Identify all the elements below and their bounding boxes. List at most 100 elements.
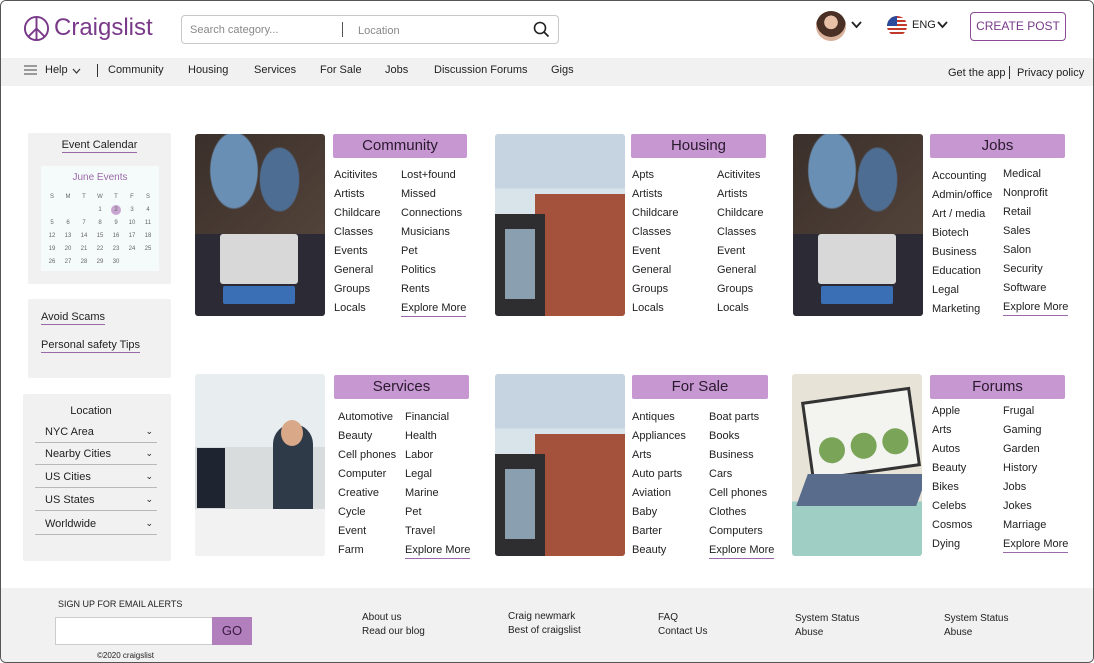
category-link[interactable]: Artists: [632, 187, 678, 206]
category-link[interactable]: Classes: [632, 225, 678, 244]
location-worldwide[interactable]: Worldwide ⌄: [35, 515, 157, 535]
location-us-cities[interactable]: US Cities ⌄: [35, 468, 157, 488]
footer-status-link[interactable]: System Status: [795, 613, 859, 624]
community-title[interactable]: Community: [333, 134, 467, 158]
category-link[interactable]: Groups: [334, 282, 380, 301]
category-link[interactable]: Cell phones: [338, 448, 396, 467]
email-field[interactable]: [55, 617, 213, 645]
create-post-button[interactable]: CREATE POST: [970, 12, 1066, 41]
nav-housing[interactable]: Housing: [188, 64, 228, 76]
calendar-day[interactable]: 12: [44, 231, 60, 241]
calendar-day[interactable]: 29: [92, 257, 108, 267]
category-link[interactable]: Accounting: [932, 169, 992, 188]
category-link[interactable]: Cycle: [338, 505, 396, 524]
category-link[interactable]: Barter: [632, 524, 686, 543]
calendar-day[interactable]: 15: [92, 231, 108, 241]
category-link[interactable]: Acitivites: [717, 168, 763, 187]
chevron-down-icon[interactable]: [851, 21, 862, 29]
chevron-down-icon[interactable]: [72, 68, 81, 74]
nav-community[interactable]: Community: [108, 64, 164, 76]
category-link[interactable]: Legal: [932, 283, 992, 302]
calendar-day[interactable]: 18: [140, 231, 156, 241]
footer-craig-link[interactable]: Craig newmark: [508, 611, 575, 622]
calendar-day[interactable]: 28: [76, 257, 92, 267]
footer-contact-link[interactable]: Contact Us: [658, 626, 707, 637]
category-link[interactable]: Jobs: [1003, 480, 1068, 499]
avatar[interactable]: [816, 11, 846, 41]
explore-more-link[interactable]: Explore More: [1003, 537, 1069, 553]
forsale-title[interactable]: For Sale: [632, 375, 768, 399]
search-input[interactable]: Search category...: [190, 24, 278, 36]
calendar-day[interactable]: 24: [124, 244, 140, 254]
category-link[interactable]: Auto parts: [632, 467, 686, 486]
category-link[interactable]: Bikes: [932, 480, 972, 499]
category-link[interactable]: Art / media: [932, 207, 992, 226]
category-link[interactable]: Lost+found: [401, 168, 466, 187]
category-link[interactable]: Apts: [632, 168, 678, 187]
category-link[interactable]: Acitivites: [334, 168, 380, 187]
footer-status-link[interactable]: System Status: [944, 613, 1008, 624]
category-link[interactable]: Groups: [632, 282, 678, 301]
category-link[interactable]: Locals: [632, 301, 678, 320]
calendar-day[interactable]: 8: [92, 218, 108, 228]
category-link[interactable]: Security: [1003, 262, 1068, 281]
category-link[interactable]: Farm: [338, 543, 396, 562]
category-link[interactable]: Childcare: [632, 206, 678, 225]
location-us-states[interactable]: US States ⌄: [35, 491, 157, 511]
menu-icon[interactable]: [24, 65, 37, 75]
footer-best-link[interactable]: Best of craigslist: [508, 625, 581, 636]
footer-about-link[interactable]: About us: [362, 612, 401, 623]
privacy-policy-link[interactable]: Privacy policy: [1017, 67, 1084, 79]
category-link[interactable]: Appliances: [632, 429, 686, 448]
category-link[interactable]: Clothes: [709, 505, 774, 524]
category-link[interactable]: Politics: [401, 263, 466, 282]
category-link[interactable]: Apple: [932, 404, 972, 423]
category-link[interactable]: Locals: [717, 301, 763, 320]
category-link[interactable]: Financial: [405, 410, 470, 429]
category-link[interactable]: Frugal: [1003, 404, 1068, 423]
category-link[interactable]: Education: [932, 264, 992, 283]
footer-abuse-link[interactable]: Abuse: [795, 627, 823, 638]
category-link[interactable]: Aviation: [632, 486, 686, 505]
explore-more-link[interactable]: Explore More: [405, 543, 471, 559]
category-link[interactable]: Business: [932, 245, 992, 264]
calendar-day[interactable]: 23: [108, 244, 124, 254]
category-link[interactable]: Arts: [632, 448, 686, 467]
category-link[interactable]: Marriage: [1003, 518, 1068, 537]
footer-blog-link[interactable]: Read our blog: [362, 626, 425, 637]
category-link[interactable]: Arts: [932, 423, 972, 442]
category-link[interactable]: Pet: [405, 505, 470, 524]
category-link[interactable]: Antiques: [632, 410, 686, 429]
nav-for-sale[interactable]: For Sale: [320, 64, 362, 76]
category-link[interactable]: Creative: [338, 486, 396, 505]
calendar-day[interactable]: 6: [60, 218, 76, 228]
calendar-day[interactable]: 10: [124, 218, 140, 228]
category-link[interactable]: Medical: [1003, 167, 1068, 186]
location-nyc-area[interactable]: NYC Area ⌄: [35, 423, 157, 443]
category-link[interactable]: Locals: [334, 301, 380, 320]
category-link[interactable]: Missed: [401, 187, 466, 206]
search-icon[interactable]: [533, 21, 550, 38]
calendar-day[interactable]: 19: [44, 244, 60, 254]
category-link[interactable]: Legal: [405, 467, 470, 486]
nav-services[interactable]: Services: [254, 64, 296, 76]
chevron-down-icon[interactable]: [937, 21, 948, 29]
category-link[interactable]: Marketing: [932, 302, 992, 321]
nav-help[interactable]: Help: [45, 64, 68, 76]
calendar-day[interactable]: 13: [60, 231, 76, 241]
category-link[interactable]: General: [717, 263, 763, 282]
category-link[interactable]: General: [632, 263, 678, 282]
category-link[interactable]: General: [334, 263, 380, 282]
search-bar[interactable]: Search category... Location: [181, 15, 559, 44]
category-link[interactable]: Garden: [1003, 442, 1068, 461]
go-button[interactable]: GO: [212, 617, 252, 645]
category-link[interactable]: Celebs: [932, 499, 972, 518]
category-link[interactable]: Computer: [338, 467, 396, 486]
category-link[interactable]: Childcare: [334, 206, 380, 225]
calendar-day[interactable]: 9: [108, 218, 124, 228]
housing-title[interactable]: Housing: [631, 134, 766, 158]
calendar-day[interactable]: 25: [140, 244, 156, 254]
category-link[interactable]: Events: [334, 244, 380, 263]
category-link[interactable]: Books: [709, 429, 774, 448]
category-link[interactable]: Autos: [932, 442, 972, 461]
